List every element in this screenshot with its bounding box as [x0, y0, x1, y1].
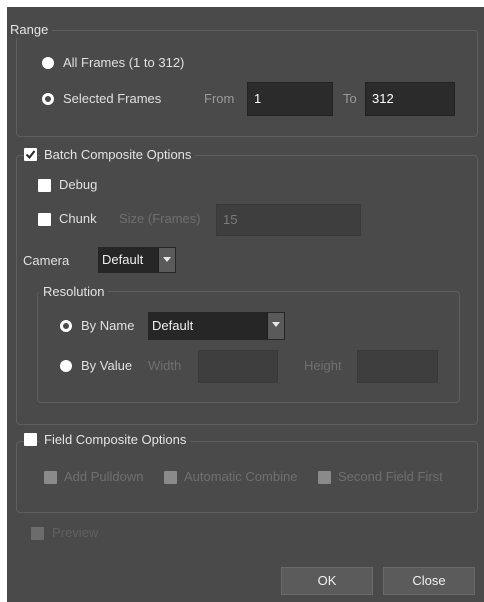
resolution-name-select[interactable]: Default — [148, 312, 285, 340]
close-button[interactable]: Close — [383, 567, 475, 595]
selected-frames-label[interactable]: Selected Frames — [63, 91, 161, 107]
height-label: Height — [304, 358, 342, 373]
by-name-radio[interactable] — [60, 320, 72, 332]
resolution-group — [37, 291, 460, 403]
add-pulldown-label: Add Pulldown — [64, 469, 144, 484]
debug-label[interactable]: Debug — [59, 177, 97, 193]
chevron-down-icon — [158, 248, 175, 272]
chunk-label[interactable]: Chunk — [59, 211, 97, 227]
from-label: From — [204, 91, 235, 106]
batch-composite-checkbox[interactable] — [24, 148, 37, 161]
second-field-first-checkbox[interactable] — [318, 471, 331, 484]
height-input[interactable] — [357, 350, 438, 383]
checkmark-icon — [25, 150, 36, 160]
range-group-title: Range — [7, 22, 53, 38]
preview-label: Preview — [52, 525, 99, 540]
all-frames-label[interactable]: All Frames (1 to 312) — [63, 55, 184, 71]
by-value-radio[interactable] — [60, 360, 72, 372]
from-frame-input[interactable]: 1 — [247, 82, 333, 116]
to-frame-input[interactable]: 312 — [365, 82, 455, 116]
selected-frames-radio[interactable] — [42, 93, 54, 105]
batch-composite-title: Batch Composite Options — [40, 147, 196, 163]
resolution-group-title: Resolution — [39, 284, 109, 300]
automatic-combine-label: Automatic Combine — [184, 469, 298, 484]
chunk-checkbox[interactable] — [38, 213, 51, 226]
automatic-combine-checkbox[interactable] — [164, 471, 177, 484]
field-composite-checkbox[interactable] — [24, 433, 37, 446]
by-name-label[interactable]: By Name — [81, 318, 134, 334]
to-label: To — [343, 91, 357, 106]
chevron-down-icon — [267, 313, 284, 339]
by-value-label[interactable]: By Value — [81, 358, 132, 374]
second-field-first-label: Second Field First — [338, 469, 443, 484]
ok-button[interactable]: OK — [281, 567, 373, 595]
preview-checkbox[interactable] — [31, 527, 44, 540]
chunk-size-label: Size (Frames) — [119, 211, 201, 226]
chunk-size-input[interactable]: 15 — [216, 204, 361, 236]
field-composite-title: Field Composite Options — [40, 432, 191, 448]
camera-select-value: Default — [102, 252, 144, 267]
width-input[interactable] — [198, 350, 278, 383]
width-label: Width — [148, 358, 182, 373]
resolution-name-value: Default — [152, 318, 194, 333]
add-pulldown-checkbox[interactable] — [44, 471, 57, 484]
camera-select[interactable]: Default — [98, 247, 176, 273]
composite-dialog: Range All Frames (1 to 312) Selected Fra… — [7, 7, 484, 602]
camera-label: Camera — [23, 253, 70, 268]
debug-checkbox[interactable] — [38, 179, 51, 192]
all-frames-radio[interactable] — [42, 57, 54, 69]
